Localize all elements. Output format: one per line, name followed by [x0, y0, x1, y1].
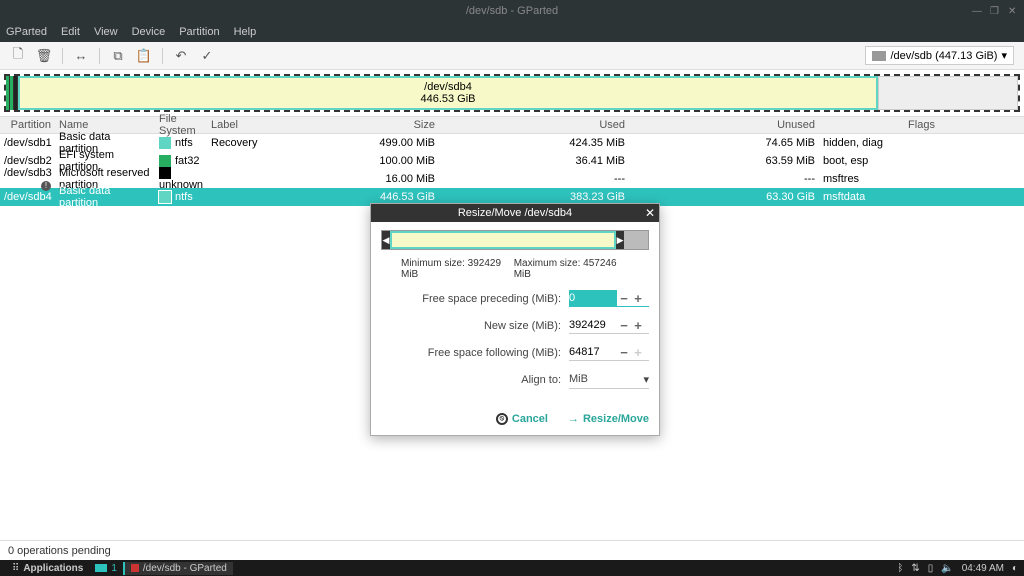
desktop-taskbar: ⠿ Applications 1 /dev/sdb - GParted ᛒ ⇅ …	[0, 560, 1024, 576]
apply-icon[interactable]: ✓	[199, 48, 215, 64]
grid-icon: ⠿	[12, 563, 19, 574]
align-label: Align to:	[381, 374, 569, 386]
user-icon[interactable]: ◐	[1012, 563, 1018, 574]
divider	[99, 48, 100, 64]
menu-help[interactable]: Help	[234, 26, 257, 38]
col-unused[interactable]: Unused	[629, 117, 819, 133]
dialog-title: Resize/Move /dev/sdb4	[458, 207, 572, 219]
minimize-icon[interactable]: —	[972, 6, 982, 16]
app-icon	[131, 564, 139, 572]
resize-handle-right[interactable]: ▶	[616, 231, 624, 249]
newsize-input[interactable]: − +	[569, 317, 649, 334]
align-value: MiB	[569, 373, 588, 386]
cancel-icon: ⦸	[496, 413, 508, 425]
system-tray: ᛒ ⇅ ▯ 🔈 04:49 AM ◐	[897, 563, 1018, 574]
device-selector-label: /dev/sdb (447.13 GiB)	[890, 50, 997, 62]
partition-map[interactable]: /dev/sdb4 446.53 GiB	[4, 74, 1020, 112]
disk-icon	[872, 51, 886, 61]
statusbar-text: 0 operations pending	[8, 545, 111, 557]
volume-icon[interactable]: 🔈	[941, 563, 953, 574]
divider	[62, 48, 63, 64]
partition-table-body: /dev/sdb1Basic data partitionntfsRecover…	[0, 134, 1024, 206]
menu-view[interactable]: View	[94, 26, 118, 38]
decrement-icon[interactable]: −	[617, 345, 631, 360]
fs-color-icon	[159, 191, 171, 203]
undo-icon[interactable]: ↶	[173, 48, 189, 64]
following-value[interactable]	[569, 344, 617, 360]
copy-icon[interactable]: ⧉	[110, 48, 126, 64]
window-controls: — ❐ ✕	[972, 6, 1018, 16]
partition-used-fill	[20, 78, 748, 108]
following-label: Free space following (MiB):	[381, 347, 569, 359]
following-input[interactable]: − +	[569, 344, 649, 361]
device-selector[interactable]: /dev/sdb (447.13 GiB) ▾	[865, 46, 1014, 65]
preceding-value[interactable]	[569, 290, 617, 306]
new-partition-icon[interactable]: 🗋	[10, 48, 26, 64]
taskbar-task[interactable]: /dev/sdb - GParted	[123, 562, 233, 575]
chevron-down-icon: ▾	[1001, 49, 1007, 62]
preceding-label: Free space preceding (MiB):	[381, 293, 569, 305]
partition-map-label: /dev/sdb4 446.53 GiB	[420, 81, 475, 105]
close-icon[interactable]: ✕	[1008, 6, 1018, 16]
col-partition[interactable]: Partition	[0, 117, 55, 133]
app-menu[interactable]: ⠿ Applications	[6, 563, 89, 574]
increment-icon[interactable]: +	[631, 345, 645, 360]
align-dropdown[interactable]: MiB ▾	[569, 371, 649, 389]
cancel-button[interactable]: ⦸ Cancel	[496, 413, 548, 425]
partition-seg-unallocated[interactable]	[878, 76, 1018, 110]
decrement-icon[interactable]: −	[617, 318, 631, 333]
menu-gparted[interactable]: GParted	[6, 26, 47, 38]
arrow-right-icon: →	[568, 413, 579, 425]
resize-handle-left[interactable]: ◀	[382, 231, 390, 249]
menu-partition[interactable]: Partition	[179, 26, 219, 38]
max-size-label: Maximum size: 457246 MiB	[514, 258, 629, 280]
clock[interactable]: 04:49 AM	[962, 563, 1004, 574]
menu-device[interactable]: Device	[132, 26, 166, 38]
menu-edit[interactable]: Edit	[61, 26, 80, 38]
increment-icon[interactable]: +	[631, 318, 645, 333]
statusbar: 0 operations pending	[0, 540, 1024, 560]
bluetooth-icon[interactable]: ᛒ	[897, 563, 903, 574]
chevron-down-icon: ▾	[643, 373, 649, 386]
fs-color-icon	[159, 167, 171, 179]
toolbar: 🗋 🗑 ↔ ⧉ 📋 ↶ ✓ /dev/sdb (447.13 GiB) ▾	[0, 42, 1024, 70]
dialog-close-icon[interactable]: ✕	[645, 206, 655, 220]
dialog-titlebar[interactable]: Resize/Move /dev/sdb4 ✕	[371, 204, 659, 222]
resize-move-button[interactable]: → Resize/Move	[568, 413, 649, 425]
col-flags[interactable]: Flags	[819, 117, 1024, 133]
resize-fill[interactable]	[390, 231, 616, 249]
preceding-input[interactable]: − +	[569, 290, 649, 307]
network-icon[interactable]: ⇅	[911, 563, 919, 574]
resize-icon[interactable]: ↔	[73, 48, 89, 64]
window-title: /dev/sdb - GParted	[466, 5, 558, 17]
decrement-icon[interactable]: −	[617, 291, 631, 306]
divider	[162, 48, 163, 64]
col-used[interactable]: Used	[439, 117, 629, 133]
battery-icon[interactable]: ▯	[928, 563, 934, 574]
newsize-value[interactable]	[569, 317, 617, 333]
resize-free[interactable]	[624, 231, 648, 249]
paste-icon[interactable]: 📋	[136, 48, 152, 64]
col-size[interactable]: Size	[327, 117, 439, 133]
pager[interactable]: 1	[89, 563, 123, 574]
min-size-label: Minimum size: 392429 MiB	[401, 258, 514, 280]
delete-icon[interactable]: 🗑	[36, 48, 52, 64]
increment-icon[interactable]: +	[631, 291, 645, 306]
col-label[interactable]: Label	[207, 117, 327, 133]
resize-slider[interactable]: ◀ ▶	[381, 230, 649, 250]
partition-seg-sdb4[interactable]: /dev/sdb4 446.53 GiB	[18, 76, 878, 110]
window-titlebar: /dev/sdb - GParted — ❐ ✕	[0, 0, 1024, 22]
newsize-label: New size (MiB):	[381, 320, 569, 332]
fs-color-icon	[159, 137, 171, 149]
menubar: GParted Edit View Device Partition Help	[0, 22, 1024, 42]
resize-move-dialog: Resize/Move /dev/sdb4 ✕ ◀ ▶ Minimum size…	[370, 203, 660, 436]
maximize-icon[interactable]: ❐	[990, 6, 1000, 16]
